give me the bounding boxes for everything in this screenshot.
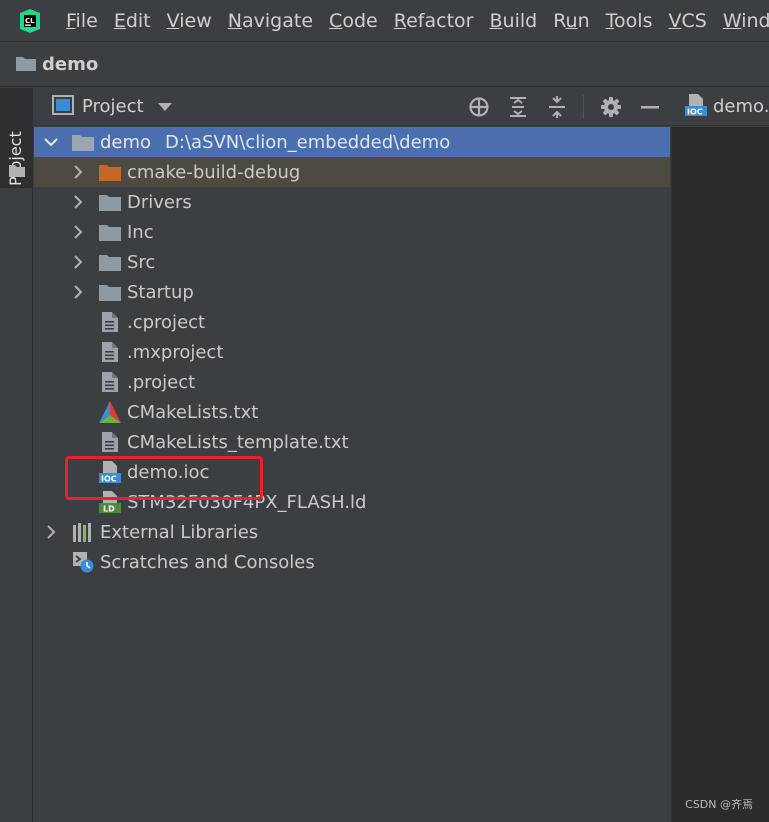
- menu-view[interactable]: View: [167, 10, 212, 32]
- tree-item-label: cmake-build-debug: [127, 161, 301, 183]
- tree-item-label: CMakeLists.txt: [127, 401, 259, 423]
- file-icon: [99, 371, 121, 393]
- chevron-right-icon[interactable]: [71, 195, 85, 209]
- expand-all-icon[interactable]: [506, 95, 530, 119]
- menu-code[interactable]: Code: [329, 10, 378, 32]
- menu-tools[interactable]: Tools: [606, 10, 653, 32]
- project-panel: Project demo D:\aSVN\clion_embedded\demo…: [34, 88, 670, 822]
- tree-row[interactable]: CMakeLists.txt: [34, 397, 670, 427]
- menu-run[interactable]: Run: [553, 10, 589, 32]
- chevron-right-icon[interactable]: [71, 285, 85, 299]
- tree-row[interactable]: CMakeLists_template.txt: [34, 427, 670, 457]
- folder-icon: [99, 281, 121, 303]
- toolbar-divider: [583, 95, 584, 119]
- ioc-file-icon: IOC: [685, 93, 707, 120]
- file-icon: [99, 311, 121, 333]
- menu-vcs[interactable]: VCS: [668, 10, 706, 32]
- navigation-bar: demo: [0, 43, 769, 87]
- tree-row-external-libraries[interactable]: External Libraries: [34, 517, 670, 547]
- menu-navigate[interactable]: Navigate: [228, 10, 313, 32]
- folder-icon: [9, 162, 25, 181]
- tree-item-label: .mxproject: [127, 341, 224, 363]
- tree-item-label: Startup: [127, 281, 194, 303]
- breadcrumb-project[interactable]: demo: [42, 54, 98, 75]
- project-tree: demo D:\aSVN\clion_embedded\demo cmake-b…: [34, 127, 670, 577]
- chevron-right-icon[interactable]: [44, 525, 58, 539]
- tree-item-label: External Libraries: [100, 521, 259, 543]
- tree-row[interactable]: .project: [34, 367, 670, 397]
- menu-edit[interactable]: Edit: [114, 10, 151, 32]
- chevron-right-icon[interactable]: [71, 165, 85, 179]
- chevron-down-icon[interactable]: [157, 102, 172, 111]
- scratches-icon: [72, 551, 94, 573]
- tree-item-label: .cproject: [127, 311, 206, 333]
- tree-row[interactable]: cmake-build-debug: [34, 157, 670, 187]
- svg-text:IOC: IOC: [687, 107, 703, 116]
- chevron-right-icon[interactable]: [71, 255, 85, 269]
- project-view-selector[interactable]: Project: [82, 96, 144, 117]
- highlight-annotation: [65, 456, 263, 500]
- locate-icon[interactable]: [467, 95, 491, 119]
- folder-orange-icon: [99, 161, 121, 183]
- editor-tab-demo-ioc[interactable]: demo.ioc: [713, 96, 769, 117]
- tree-item-label: Inc: [127, 221, 154, 243]
- menu-build[interactable]: Build: [489, 10, 537, 32]
- tool-window-strip: Project: [0, 88, 33, 822]
- menu-bar: CL File Edit View Navigate Code Refactor Build…: [0, 0, 769, 42]
- tree-item-label: demo: [100, 131, 152, 153]
- library-icon: [72, 521, 94, 543]
- file-icon: [99, 431, 121, 453]
- menu-file[interactable]: File: [66, 10, 98, 32]
- tree-row-root[interactable]: demo D:\aSVN\clion_embedded\demo: [34, 127, 670, 157]
- menu-refactor[interactable]: Refactor: [394, 10, 474, 32]
- folder-icon: [99, 251, 121, 273]
- project-view-icon: [52, 94, 74, 119]
- folder-icon: [72, 131, 94, 153]
- editor-area[interactable]: CSDN @齐焉: [671, 127, 769, 822]
- file-icon: [99, 341, 121, 363]
- folder-icon: [16, 55, 36, 75]
- menu-windo[interactable]: Windo: [723, 10, 769, 32]
- project-panel-header: Project: [34, 88, 670, 126]
- project-path: D:\aSVN\clion_embedded\demo: [165, 131, 451, 153]
- tree-row-scratches[interactable]: Scratches and Consoles: [34, 547, 670, 577]
- collapse-all-icon[interactable]: [545, 95, 569, 119]
- cmake-icon: [99, 401, 121, 423]
- tree-row[interactable]: Inc: [34, 217, 670, 247]
- gear-icon[interactable]: [599, 95, 623, 119]
- tree-item-label: Drivers: [127, 191, 192, 213]
- tree-row[interactable]: .cproject: [34, 307, 670, 337]
- tree-item-label: Scratches and Consoles: [100, 551, 315, 573]
- folder-icon: [99, 221, 121, 243]
- chevron-right-icon[interactable]: [71, 225, 85, 239]
- tree-row[interactable]: Startup: [34, 277, 670, 307]
- watermark: CSDN @齐焉: [685, 798, 753, 811]
- editor-tab-bar: IOC demo.ioc: [671, 88, 769, 126]
- tree-row[interactable]: Src: [34, 247, 670, 277]
- folder-icon: [99, 191, 121, 213]
- tree-item-label: Src: [127, 251, 156, 273]
- tree-item-label: .project: [127, 371, 196, 393]
- svg-text:CL: CL: [25, 17, 35, 25]
- svg-text:LD: LD: [103, 505, 115, 514]
- chevron-down-icon[interactable]: [44, 135, 58, 149]
- clion-logo-icon[interactable]: CL: [18, 8, 42, 33]
- tree-item-label: CMakeLists_template.txt: [127, 431, 349, 453]
- project-tool-tab[interactable]: Project: [0, 88, 33, 188]
- minimize-icon[interactable]: [638, 95, 662, 119]
- tree-row[interactable]: .mxproject: [34, 337, 670, 367]
- tree-row[interactable]: Drivers: [34, 187, 670, 217]
